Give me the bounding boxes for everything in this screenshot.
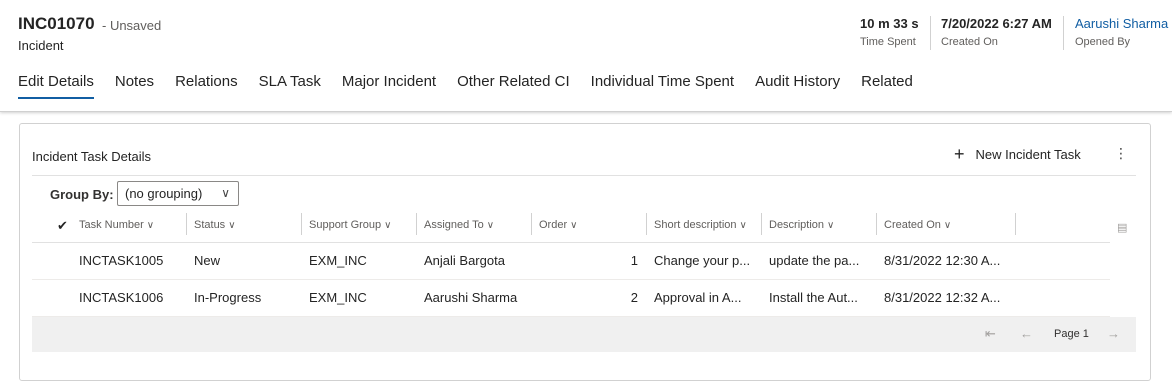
chevron-down-icon: ∨ <box>221 186 230 200</box>
group-by-select[interactable]: (no grouping) ∨ <box>117 181 239 206</box>
save-status: - Unsaved <box>102 18 162 33</box>
opened-by-link[interactable]: Aarushi Sharma <box>1075 16 1168 31</box>
chevron-down-icon: ∨ <box>486 220 495 231</box>
time-spent-field: 10 m 33 s Time Spent <box>860 16 919 48</box>
tab-major-incident[interactable]: Major Incident <box>342 73 436 99</box>
page-indicator: Page 1 <box>1054 328 1089 340</box>
grid-header: ✔ Task Number ∨ Status ∨ Support Group ∨ As… <box>32 212 1110 243</box>
new-incident-task-label: New Incident Task <box>975 146 1081 162</box>
header-divider <box>1063 16 1064 50</box>
table-row[interactable]: INCTASK1005 New EXM_INC Anjali Bargota 1… <box>32 243 1110 280</box>
time-spent-label: Time Spent <box>860 36 916 48</box>
header-divider <box>930 16 931 50</box>
opened-by-label: Opened By <box>1075 36 1131 48</box>
more-vertical-icon[interactable]: ⋮ <box>1114 145 1128 162</box>
cell-description: update the pa... <box>769 253 860 268</box>
record-title: INC01070 <box>18 14 95 33</box>
column-options-icon[interactable]: ▤ <box>1117 221 1127 234</box>
cell-task-number[interactable]: INCTASK1006 <box>79 290 163 305</box>
select-all-checkmark-icon[interactable]: ✔ <box>57 218 68 234</box>
column-header-task-number[interactable]: Task Number ∨ <box>79 219 154 231</box>
plus-icon: + <box>954 144 965 164</box>
chevron-down-icon: ∨ <box>943 220 952 231</box>
cell-status: In-Progress <box>194 290 262 305</box>
chevron-down-icon: ∨ <box>228 220 236 231</box>
cell-created-on: 8/31/2022 12:30 A... <box>884 253 1001 268</box>
created-on-label: Created On <box>941 36 998 48</box>
section-divider <box>32 175 1136 176</box>
tab-audit-history[interactable]: Audit History <box>755 73 840 99</box>
tab-relations[interactable]: Relations <box>175 73 238 99</box>
column-header-assigned-to[interactable]: Assigned To ∨ <box>424 219 494 231</box>
time-spent-value: 10 m 33 s <box>860 16 919 31</box>
entity-name: Incident <box>18 38 64 53</box>
cell-support-group[interactable]: EXM_INC <box>309 253 367 268</box>
column-resize-handle[interactable] <box>301 213 302 235</box>
tab-notes[interactable]: Notes <box>115 73 154 99</box>
column-header-support-group[interactable]: Support Group ∨ <box>309 219 391 231</box>
incident-task-section: Incident Task Details + New Incident Tas… <box>19 123 1151 381</box>
tab-individual-time-spent[interactable]: Individual Time Spent <box>591 73 734 99</box>
column-resize-handle[interactable] <box>416 213 417 235</box>
column-header-created-on[interactable]: Created On ∨ <box>884 219 951 231</box>
form-header: INC01070 - Unsaved Incident 10 m 33 s Ti… <box>0 0 1172 112</box>
cell-short-description: Change your p... <box>654 253 751 268</box>
cell-assigned-to[interactable]: Anjali Bargota <box>424 253 505 268</box>
grid-footer: ⇤ ← Page 1 → <box>32 317 1136 352</box>
cell-short-description: Approval in A... <box>654 290 742 305</box>
table-row[interactable]: INCTASK1006 In-Progress EXM_INC Aarushi … <box>32 280 1110 317</box>
section-title: Incident Task Details <box>32 149 151 164</box>
group-by-label: Group By: <box>50 187 114 202</box>
chevron-down-icon: ∨ <box>827 220 835 231</box>
created-on-value: 7/20/2022 6:27 AM <box>941 16 1052 31</box>
chevron-down-icon: ∨ <box>570 220 578 231</box>
cell-order: 1 <box>630 253 638 268</box>
cell-description: Install the Aut... <box>769 290 858 305</box>
group-by-value: (no grouping) <box>125 186 203 201</box>
column-resize-handle[interactable] <box>646 213 647 235</box>
tab-list: Edit Details Notes Relations SLA Task Ma… <box>18 73 934 99</box>
tab-other-related-ci[interactable]: Other Related CI <box>457 73 570 99</box>
cell-created-on: 8/31/2022 12:32 A... <box>884 290 1001 305</box>
column-header-short-description[interactable]: Short description ∨ <box>654 219 747 231</box>
chevron-down-icon: ∨ <box>739 220 747 231</box>
tab-related[interactable]: Related <box>861 73 913 99</box>
chevron-down-icon: ∨ <box>146 220 155 231</box>
cell-task-number[interactable]: INCTASK1005 <box>79 253 163 268</box>
column-header-status[interactable]: Status ∨ <box>194 219 236 231</box>
first-page-icon[interactable]: ⇤ <box>985 326 996 342</box>
cell-order: 2 <box>630 290 638 305</box>
cell-support-group[interactable]: EXM_INC <box>309 290 367 305</box>
cell-assigned-to[interactable]: Aarushi Sharma <box>424 290 517 305</box>
tab-sla-task[interactable]: SLA Task <box>259 73 321 99</box>
column-resize-handle[interactable] <box>761 213 762 235</box>
created-on-field: 7/20/2022 6:27 AM Created On <box>941 16 1052 48</box>
arrow-right-icon[interactable]: → <box>1107 326 1120 341</box>
chevron-down-icon: ∨ <box>384 220 392 231</box>
column-resize-handle[interactable] <box>1015 213 1016 235</box>
column-header-description[interactable]: Description ∨ <box>769 219 834 231</box>
column-resize-handle[interactable] <box>186 213 187 235</box>
cell-status: New <box>194 253 221 268</box>
tab-edit-details[interactable]: Edit Details <box>18 73 94 99</box>
column-header-order[interactable]: Order ∨ <box>539 219 577 231</box>
new-incident-task-button[interactable]: + New Incident Task <box>954 144 1081 164</box>
opened-by-field: Aarushi Sharma Opened By <box>1075 16 1168 48</box>
column-resize-handle[interactable] <box>876 213 877 235</box>
arrow-left-icon[interactable]: ← <box>1020 326 1033 341</box>
column-resize-handle[interactable] <box>531 213 532 235</box>
